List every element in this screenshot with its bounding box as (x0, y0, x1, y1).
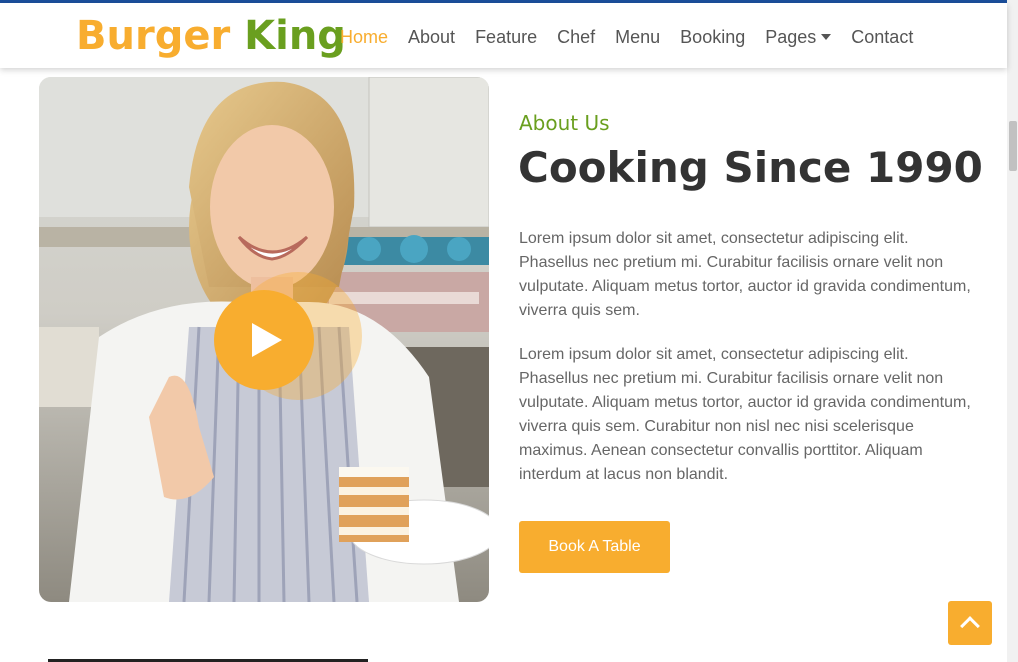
nav-item-pages-label: Pages (765, 27, 817, 47)
play-video-button[interactable] (214, 290, 314, 390)
nav-item-booking[interactable]: Booking (680, 25, 745, 49)
scrollbar-thumb[interactable] (1009, 121, 1017, 171)
play-icon (252, 323, 282, 357)
about-title: Cooking Since 1990 (518, 143, 983, 192)
about-subtitle: About Us (519, 111, 610, 135)
about-paragraph-2: Lorem ipsum dolor sit amet, consectetur … (519, 346, 971, 483)
back-to-top-button[interactable] (948, 601, 992, 645)
nav-item-contact[interactable]: Contact (851, 25, 913, 49)
chevron-up-icon (960, 616, 980, 636)
brand-word-2: King (244, 13, 346, 59)
about-paragraph-1: Lorem ipsum dolor sit amet, consectetur … (519, 230, 971, 319)
nav-item-menu[interactable]: Menu (615, 25, 660, 49)
main-nav: Home About Feature Chef Menu Booking Pag… (340, 25, 933, 49)
nav-item-pages[interactable]: Pages (765, 25, 832, 49)
navbar: Burger King Home About Feature Chef Menu… (0, 3, 1007, 68)
book-a-table-button[interactable]: Book A Table (519, 521, 670, 573)
brand-word-1: Burger (76, 13, 231, 59)
about-video-image (39, 77, 489, 602)
nav-item-chef[interactable]: Chef (557, 25, 595, 49)
nav-item-home[interactable]: Home (340, 25, 388, 49)
brand-logo[interactable]: Burger King (76, 12, 346, 60)
caret-down-icon (821, 34, 832, 40)
page-scrollbar[interactable] (1007, 0, 1018, 662)
nav-item-feature[interactable]: Feature (475, 25, 537, 49)
nav-item-about[interactable]: About (408, 25, 455, 49)
